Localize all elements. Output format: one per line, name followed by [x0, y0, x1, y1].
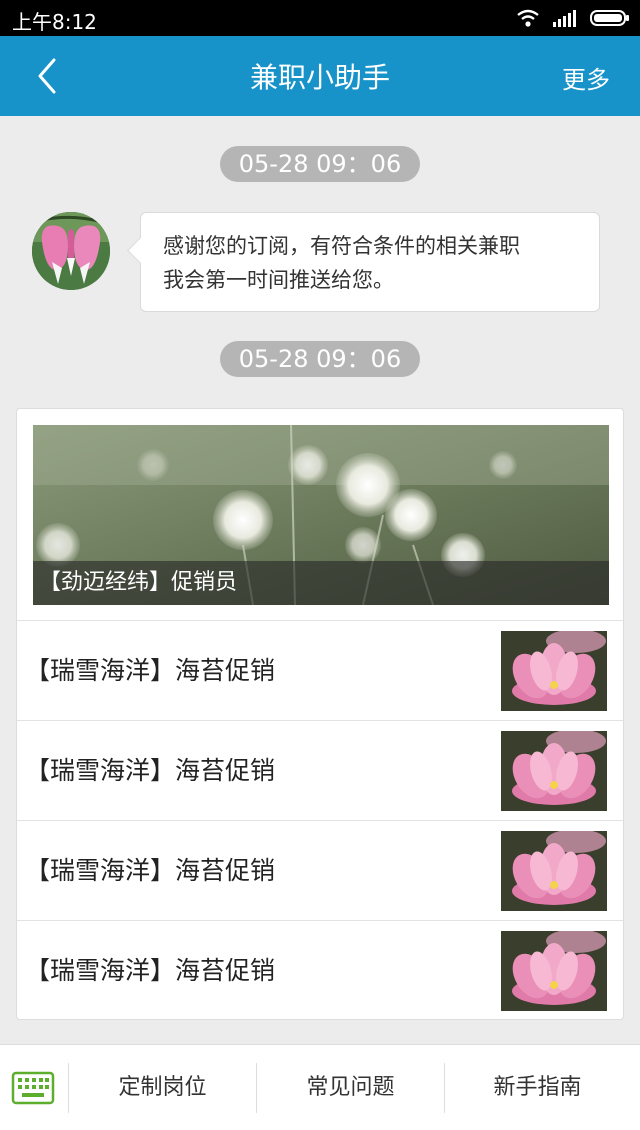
tab-faq[interactable]: 常见问题: [257, 1045, 444, 1130]
status-bar: 上午8:12: [0, 0, 640, 36]
list-item-title: 【瑞雪海洋】海苔促销: [25, 856, 276, 885]
list-item-thumbnail: [501, 931, 607, 1011]
list-item-title: 【瑞雪海洋】海苔促销: [25, 956, 276, 985]
job-card: 【劲迈经纬】促销员 【瑞雪海洋】海苔促销 【瑞雪海洋】海苔促销 【瑞雪海洋】海苔…: [16, 408, 624, 1020]
status-time: 上午8:12: [12, 10, 97, 34]
more-button[interactable]: 更多: [562, 60, 610, 95]
banner-job[interactable]: 【劲迈经纬】促销员: [33, 425, 609, 605]
message-timestamp: 05-28 09：06: [220, 341, 420, 377]
nav-bar: 兼职小助手 更多: [0, 36, 640, 116]
list-item-thumbnail: [501, 731, 607, 811]
banner-title: 【劲迈经纬】促销员: [33, 561, 609, 605]
chat-bubble: 感谢您的订阅，有符合条件的相关兼职 我会第一时间推送给您。: [140, 212, 600, 312]
tab-beginner-guide[interactable]: 新手指南: [445, 1045, 630, 1130]
page-title: 兼职小助手: [249, 61, 390, 94]
list-item[interactable]: 【瑞雪海洋】海苔促销: [17, 720, 623, 820]
message-text-line: 感谢您的订阅，有符合条件的相关兼职: [163, 234, 520, 258]
message-text-line: 我会第一时间推送给您。: [163, 268, 394, 292]
battery-icon: [590, 10, 629, 26]
message-timestamp: 05-28 09：06: [220, 146, 420, 182]
signal-icon: [553, 10, 576, 27]
list-item[interactable]: 【瑞雪海洋】海苔促销: [17, 820, 623, 920]
tab-custom-position[interactable]: 定制岗位: [69, 1045, 256, 1130]
list-item[interactable]: 【瑞雪海洋】海苔促销: [17, 620, 623, 720]
list-item-thumbnail: [501, 831, 607, 911]
keyboard-toggle-button[interactable]: [10, 1065, 56, 1111]
list-item[interactable]: 【瑞雪海洋】海苔促销: [17, 920, 623, 1020]
bottom-bar: 定制岗位 常见问题 新手指南: [0, 1044, 640, 1130]
keyboard-icon: [11, 1071, 55, 1105]
list-item-thumbnail: [501, 631, 607, 711]
list-item-title: 【瑞雪海洋】海苔促销: [25, 756, 276, 785]
wifi-icon: [517, 9, 539, 27]
list-item-title: 【瑞雪海洋】海苔促销: [25, 656, 276, 685]
avatar: [32, 212, 110, 290]
